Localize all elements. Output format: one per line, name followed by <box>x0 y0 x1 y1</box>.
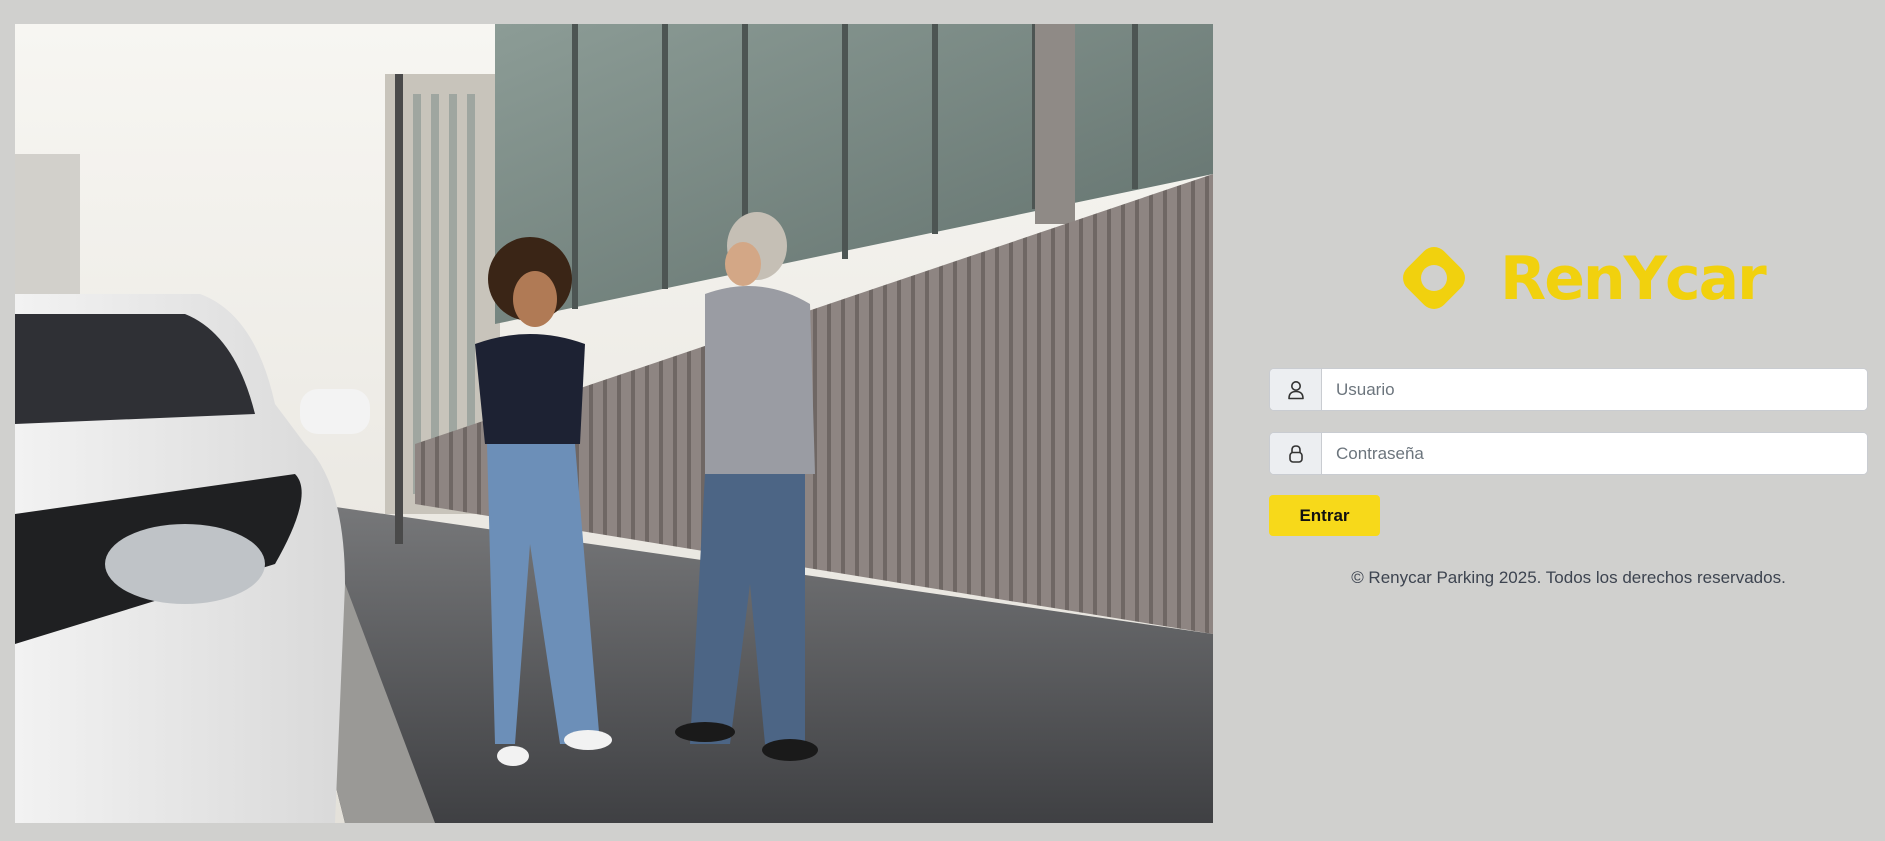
user-icon <box>1287 380 1304 399</box>
hero-photo <box>15 24 1213 823</box>
username-field <box>1269 368 1868 411</box>
password-input[interactable] <box>1322 433 1867 474</box>
login-page: RenYcar Entrar © Renycar Parking 2025. T… <box>0 0 1885 841</box>
submit-button[interactable]: Entrar <box>1269 495 1380 536</box>
brand-name: RenYcar <box>1500 244 1767 314</box>
street-scene-illustration <box>15 24 1213 823</box>
username-addon <box>1270 369 1322 410</box>
rounded-diamond-icon <box>1403 247 1465 309</box>
username-input[interactable] <box>1322 369 1867 410</box>
lock-icon <box>1288 444 1303 463</box>
copyright-footer: © Renycar Parking 2025. Todos los derech… <box>1351 568 1786 587</box>
password-field <box>1269 432 1868 475</box>
brand-logo: RenYcar <box>1394 234 1767 324</box>
password-addon <box>1270 433 1322 474</box>
